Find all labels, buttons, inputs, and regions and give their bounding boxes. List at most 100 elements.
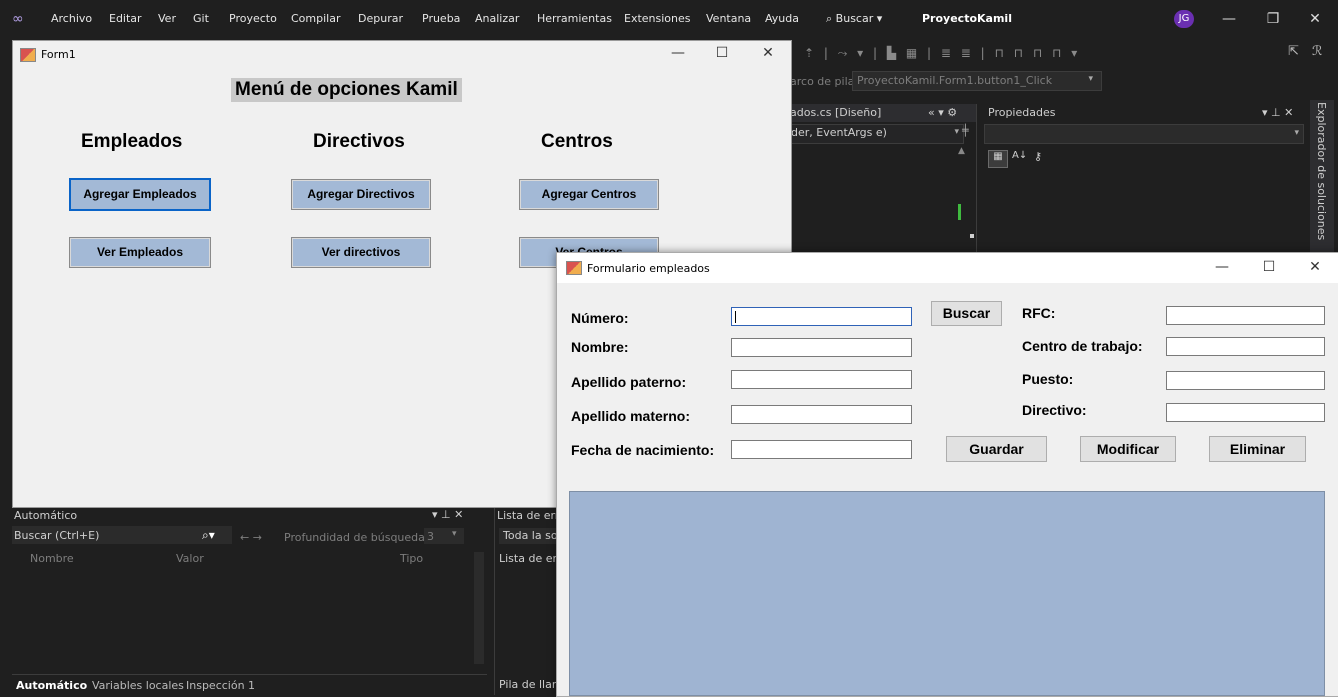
form2-titlebar[interactable]: Formulario empleados — ☐ ✕: [557, 253, 1338, 283]
agregar-centros-button[interactable]: Agregar Centros: [519, 179, 659, 210]
centro-trabajo-input[interactable]: [1166, 337, 1325, 356]
form1-heading: Menú de opciones Kamil: [231, 78, 462, 102]
directivo-label: Directivo:: [1022, 402, 1087, 418]
directivo-input[interactable]: [1166, 403, 1325, 422]
auto-panel-title: Automático: [14, 509, 78, 522]
property-pages-icon[interactable]: ⚷: [1034, 150, 1042, 163]
close-icon[interactable]: ✕: [753, 45, 783, 61]
member-dropdown[interactable]: der, EventArgs e) ▾: [790, 124, 964, 144]
auto-search-box[interactable]: Buscar (Ctrl+E) ⌕▾: [12, 526, 232, 544]
menu-git[interactable]: Git: [193, 12, 209, 26]
visual-studio-logo-icon: ∞: [12, 11, 24, 27]
ver-empleados-button[interactable]: Ver Empleados: [69, 237, 211, 268]
share-icon[interactable]: ⇱: [1288, 44, 1299, 59]
chevron-down-icon: ▾: [1088, 74, 1093, 84]
buscar-button[interactable]: Buscar: [931, 301, 1002, 326]
rfc-label: RFC:: [1022, 305, 1056, 321]
tab-automatico[interactable]: Automático: [16, 679, 87, 692]
tab-inspeccion[interactable]: Inspección 1: [186, 679, 255, 692]
col-empleados-title: Empleados: [81, 131, 183, 152]
errors-filter[interactable]: Toda la so: [499, 528, 558, 544]
ver-directivos-button[interactable]: Ver directivos: [291, 237, 431, 268]
close-icon[interactable]: ✕: [1300, 259, 1330, 275]
editor-tab-strip: ados.cs [Diseño] « ▾ ⚙: [790, 104, 976, 122]
search-depth-select[interactable]: 3 ▾: [424, 528, 464, 544]
col-valor[interactable]: Valor: [176, 552, 204, 565]
editor-tab[interactable]: ados.cs [Diseño]: [790, 106, 881, 119]
col-nombre[interactable]: Nombre: [30, 552, 74, 565]
empleados-data-grid[interactable]: [569, 491, 1325, 696]
tab-pila-llamadas[interactable]: Pila de llan: [499, 678, 559, 691]
menu-archivo[interactable]: Archivo: [51, 12, 92, 26]
debug-toolbar-icons[interactable]: ⇡ | ⤳ ▾ | ▙ ▦ | ≣ ≣ | ⊓ ⊓ ⊓ ⊓ ▾: [804, 46, 1224, 62]
properties-object-dropdown[interactable]: ▾: [984, 124, 1304, 144]
numero-input[interactable]: [731, 307, 912, 326]
vs-close-icon[interactable]: ✕: [1300, 8, 1330, 30]
tab-variables-locales[interactable]: Variables locales: [92, 679, 184, 692]
vs-minimize-icon[interactable]: —: [1214, 8, 1244, 30]
menu-ayuda[interactable]: Ayuda: [765, 12, 799, 26]
menu-editar[interactable]: Editar: [109, 12, 142, 26]
form1-title: Form1: [41, 48, 76, 61]
tab-list-icon[interactable]: « ▾ ⚙: [928, 106, 957, 119]
menu-depurar[interactable]: Depurar: [358, 12, 403, 26]
menu-proyecto[interactable]: Proyecto: [229, 12, 277, 26]
apellido-materno-input[interactable]: [731, 405, 912, 424]
menu-analizar[interactable]: Analizar: [475, 12, 519, 26]
feedback-icon[interactable]: ℛ: [1312, 44, 1322, 59]
apellido-paterno-label: Apellido paterno:: [571, 374, 687, 390]
agregar-empleados-button[interactable]: Agregar Empleados: [69, 178, 211, 211]
form1-titlebar[interactable]: Form1 — ☐ ✕: [13, 41, 791, 69]
vs-search-box[interactable]: ⌕ Buscar ▾: [826, 12, 882, 26]
pin-icon[interactable]: ▾ ⊥ ✕: [1262, 106, 1293, 119]
app-window-icon: [20, 48, 36, 62]
agregar-directivos-button[interactable]: Agregar Directivos: [291, 179, 431, 210]
nav-arrows-icon[interactable]: ← →: [240, 531, 262, 544]
menu-herramientas[interactable]: Herramientas: [537, 12, 612, 26]
menu-ver[interactable]: Ver: [158, 12, 176, 26]
user-avatar[interactable]: JG: [1174, 10, 1194, 28]
alphabetical-icon[interactable]: A↓: [1012, 150, 1027, 161]
chevron-down-icon: ▾: [1294, 128, 1299, 138]
scroll-marker: [970, 234, 974, 238]
apellido-materno-label: Apellido materno:: [571, 408, 691, 424]
pin-icon[interactable]: ▾ ⊥ ✕: [432, 508, 463, 521]
stack-frame-dropdown[interactable]: ProyectoKamil.Form1.button1_Click ▾: [852, 71, 1102, 91]
maximize-icon[interactable]: ☐: [707, 45, 737, 61]
col-tipo[interactable]: Tipo: [400, 552, 423, 565]
errors-subtitle: Lista de err: [499, 552, 562, 565]
search-icon: ⌕: [826, 12, 836, 25]
menu-ventana[interactable]: Ventana: [706, 12, 751, 26]
search-icon: ⌕▾: [202, 528, 215, 542]
puesto-input[interactable]: [1166, 371, 1325, 390]
search-depth-label: Profundidad de búsqueda:: [284, 531, 429, 544]
minimize-icon[interactable]: —: [1207, 259, 1237, 275]
chevron-down-icon: ▾: [954, 127, 959, 137]
minimize-icon[interactable]: —: [663, 45, 693, 61]
properties-title: Propiedades: [988, 106, 1056, 119]
apellido-paterno-input[interactable]: [731, 370, 912, 389]
designer-editor-pane: ados.cs [Diseño] « ▾ ⚙ der, EventArgs e)…: [790, 104, 977, 252]
app-window-icon: [566, 261, 582, 275]
menu-compilar[interactable]: Compilar: [291, 12, 340, 26]
guardar-button[interactable]: Guardar: [946, 436, 1047, 462]
nombre-input[interactable]: [731, 338, 912, 357]
fecha-nacimiento-input[interactable]: [731, 440, 912, 459]
eliminar-button[interactable]: Eliminar: [1209, 436, 1306, 462]
rfc-input[interactable]: [1166, 306, 1325, 325]
auto-scrollbar[interactable]: [474, 552, 484, 664]
menu-prueba[interactable]: Prueba: [422, 12, 460, 26]
properties-header: Propiedades ▾ ⊥ ✕: [982, 104, 1306, 122]
puesto-label: Puesto:: [1022, 371, 1074, 387]
menu-extensiones[interactable]: Extensiones: [624, 12, 691, 26]
change-marker: [958, 204, 961, 220]
auto-panel-header: Automático ▾ ⊥ ✕: [12, 506, 487, 524]
vs-restore-icon[interactable]: ❐: [1258, 8, 1288, 30]
scroll-up-icon[interactable]: ▲: [958, 146, 965, 156]
split-icon[interactable]: ╪: [962, 124, 969, 137]
modificar-button[interactable]: Modificar: [1080, 436, 1176, 462]
errors-panel-title: Lista de err: [497, 509, 560, 522]
categorized-icon[interactable]: ▦: [988, 150, 1008, 168]
maximize-icon[interactable]: ☐: [1254, 259, 1284, 275]
solution-explorer-tab[interactable]: Explorador de soluciones: [1310, 100, 1334, 252]
